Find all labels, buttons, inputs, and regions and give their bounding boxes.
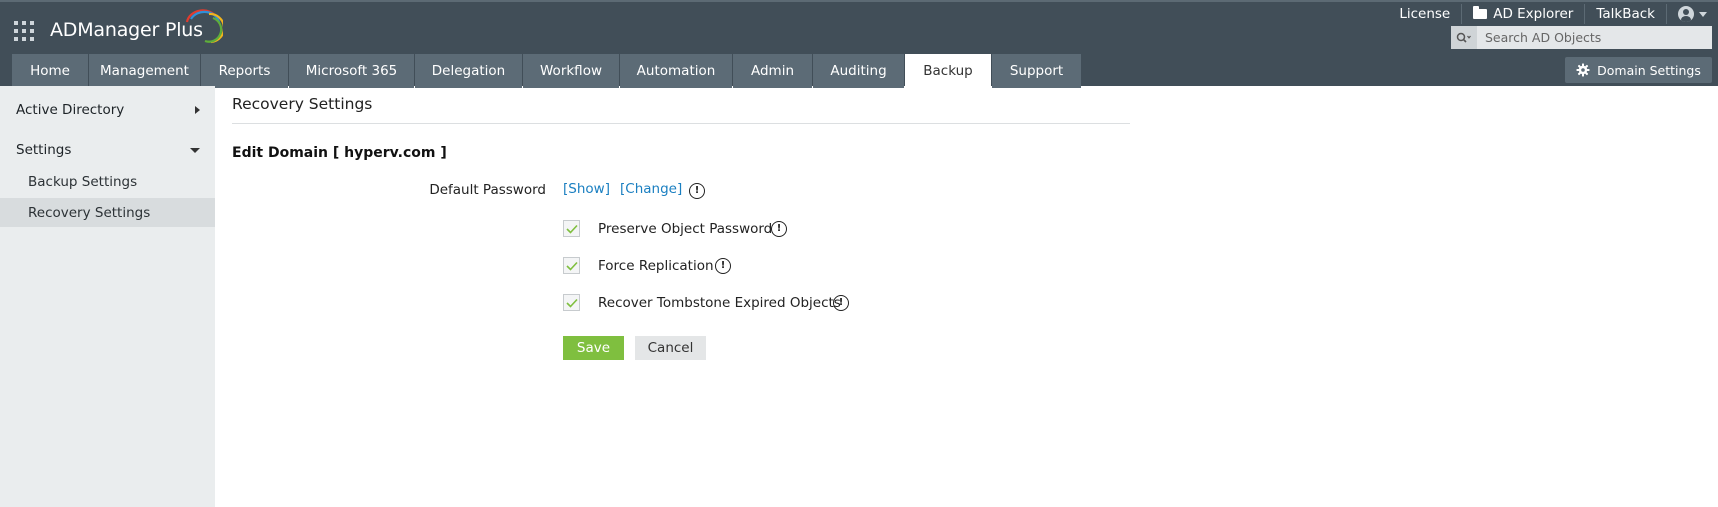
default-password-label: Default Password: [429, 182, 546, 198]
license-label: License: [1399, 6, 1451, 22]
sidebar-section-settings[interactable]: Settings: [16, 142, 200, 158]
sidebar-item-backup-settings[interactable]: Backup Settings: [0, 167, 215, 196]
gear-icon: [1576, 63, 1590, 77]
tab-auditing[interactable]: Auditing: [813, 54, 904, 88]
sidebar-section-label: Active Directory: [16, 102, 125, 118]
tab-home[interactable]: Home: [12, 54, 88, 88]
sidebar-item-label: Backup Settings: [28, 173, 138, 190]
page-title: Recovery Settings: [232, 95, 373, 113]
change-password-link[interactable]: [Change]: [620, 181, 682, 197]
sidebar-section-active-directory[interactable]: Active Directory: [16, 102, 200, 118]
app-grid-icon[interactable]: [14, 21, 34, 41]
app-logo[interactable]: ADManager Plus: [50, 19, 203, 41]
divider: [232, 123, 1130, 124]
chevron-down-icon: [190, 147, 200, 153]
tab-delegation[interactable]: Delegation: [415, 54, 522, 88]
chevron-right-icon: [195, 106, 200, 114]
tab-support[interactable]: Support: [992, 54, 1081, 88]
tab-admin[interactable]: Admin: [733, 54, 812, 88]
info-icon[interactable]: !: [715, 258, 731, 274]
domain-settings-button[interactable]: Domain Settings: [1565, 57, 1712, 83]
top-links: License AD Explorer TalkBack: [1388, 4, 1718, 24]
domain-settings-label: Domain Settings: [1597, 62, 1701, 78]
recover-tombstone-checkbox[interactable]: [563, 294, 580, 311]
sidebar: Active Directory Settings Backup Setting…: [0, 86, 215, 507]
tab-management[interactable]: Management: [89, 54, 200, 88]
force-replication-checkbox[interactable]: [563, 257, 580, 274]
cancel-button[interactable]: Cancel: [635, 336, 706, 360]
info-icon[interactable]: !: [833, 295, 849, 311]
talkback-label: TalkBack: [1596, 6, 1655, 22]
sidebar-item-label: Recovery Settings: [28, 204, 151, 221]
tab-reports[interactable]: Reports: [201, 54, 288, 88]
tab-backup[interactable]: Backup: [905, 54, 991, 88]
folder-icon: [1473, 6, 1488, 19]
tab-microsoft-365[interactable]: Microsoft 365: [289, 54, 414, 88]
user-menu[interactable]: [1666, 4, 1718, 24]
check-icon: [565, 224, 578, 234]
preserve-object-password-label: Preserve Object Password: [598, 221, 773, 237]
force-replication-label: Force Replication: [598, 258, 714, 274]
preserve-object-password-checkbox[interactable]: [563, 220, 580, 237]
ad-explorer-link[interactable]: AD Explorer: [1461, 4, 1584, 24]
info-icon[interactable]: !: [689, 183, 705, 199]
check-icon: [565, 298, 578, 308]
license-link[interactable]: License: [1388, 4, 1461, 24]
user-icon: [1678, 6, 1694, 22]
ad-explorer-label: AD Explorer: [1493, 6, 1574, 22]
show-password-link[interactable]: [Show]: [563, 181, 610, 197]
recover-tombstone-label: Recover Tombstone Expired Objects: [598, 295, 841, 311]
sidebar-section-label: Settings: [16, 142, 72, 158]
app-header: ADManager Plus License AD Explorer TalkB…: [0, 0, 1718, 88]
info-icon[interactable]: !: [771, 221, 787, 237]
chevron-down-icon: [1699, 11, 1707, 17]
search-box: [1451, 26, 1712, 49]
edit-domain-heading: Edit Domain [ hyperv.com ]: [232, 145, 447, 161]
tab-workflow[interactable]: Workflow: [523, 54, 619, 88]
search-input[interactable]: [1477, 26, 1707, 49]
sidebar-item-recovery-settings[interactable]: Recovery Settings: [0, 198, 215, 227]
check-icon: [565, 261, 578, 271]
main-tabs: Home Management Reports Microsoft 365 De…: [12, 54, 1082, 88]
talkback-link[interactable]: TalkBack: [1584, 4, 1666, 24]
save-button[interactable]: Save: [563, 336, 624, 360]
tab-automation[interactable]: Automation: [620, 54, 732, 88]
search-icon[interactable]: [1451, 26, 1477, 49]
logo-arc-icon: [185, 9, 223, 44]
